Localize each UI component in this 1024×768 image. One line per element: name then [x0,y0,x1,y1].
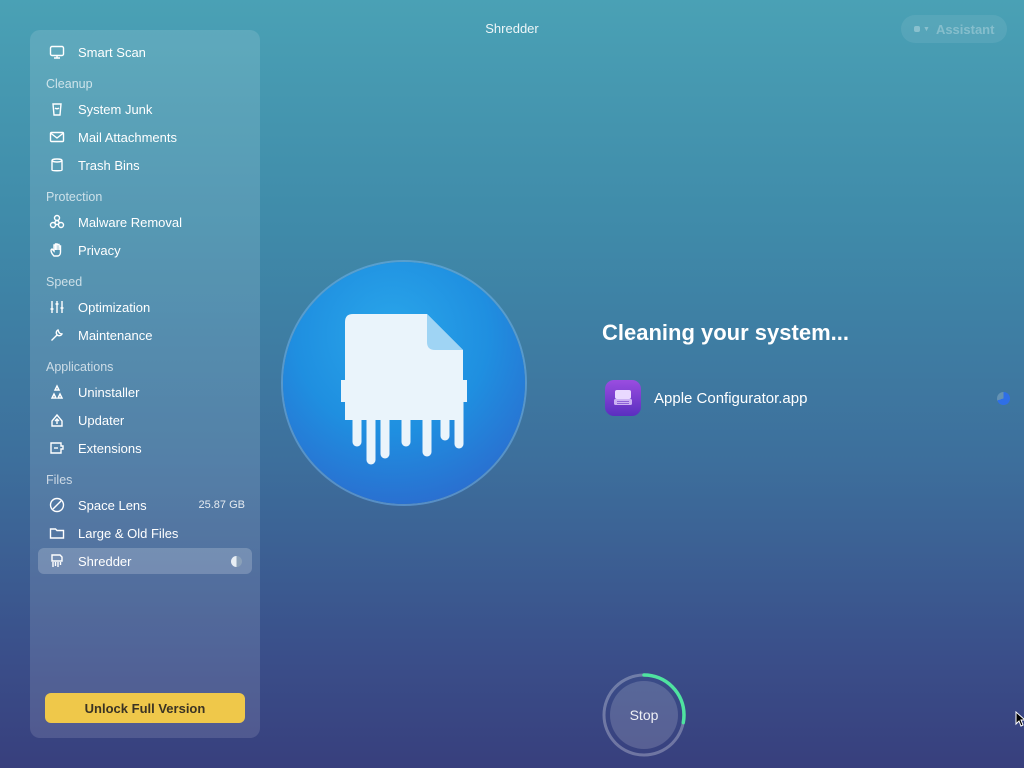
sidebar-item-label: Large & Old Files [78,525,179,541]
stop-control: Stop [601,672,687,758]
sidebar-item-shredder[interactable]: Shredder [38,548,252,574]
sidebar-item-updater[interactable]: Updater [38,407,252,433]
section-header-speed: Speed [46,275,83,289]
hand-icon [47,240,67,260]
shredder-progress-icon [231,555,242,567]
sidebar-item-label: Space Lens [78,497,147,513]
sidebar-item-label: Optimization [78,299,151,315]
sidebar-item-label: Smart Scan [78,44,146,60]
sidebar-item-large-old-files[interactable]: Large & Old Files [38,520,252,546]
folder-icon [47,523,67,543]
shredder-hero-icon [283,262,525,504]
section-header-applications: Applications [46,360,114,374]
sidebar-item-label: Mail Attachments [78,129,177,145]
sidebar-item-label: Updater [78,412,125,428]
smart-scan-icon [47,42,67,62]
biohazard-icon [47,212,67,232]
sidebar-item-privacy[interactable]: Privacy [38,237,252,263]
system-junk-icon [47,99,67,119]
apple-configurator-icon [605,380,641,416]
sidebar-item-label: System Junk [78,101,153,117]
sidebar-item-label: Uninstaller [78,384,140,400]
mouse-cursor-icon [1015,711,1024,727]
sidebar-item-optimization[interactable]: Optimization [38,294,252,320]
space-lens-size: 25.87 GB [198,499,245,511]
sidebar-item-label: Maintenance [78,327,153,343]
sidebar-item-extensions[interactable]: Extensions [38,435,252,461]
assistant-button[interactable]: ▼ Assistant [901,15,1007,43]
sidebar-item-system-junk[interactable]: System Junk [38,96,252,122]
wrench-icon [47,325,67,345]
section-header-files: Files [46,473,73,487]
trash-icon [47,155,67,175]
assistant-label: Assistant [935,21,995,37]
sidebar-item-malware-removal[interactable]: Malware Removal [38,209,252,235]
sidebar-item-label: Privacy [78,242,121,258]
unlock-full-version-button[interactable]: Unlock Full Version [45,693,245,723]
app-item-name: Apple Configurator.app [654,389,808,407]
sidebar-item-smart-scan[interactable]: Smart Scan [38,39,252,65]
sidebar-item-label: Trash Bins [78,157,140,173]
sidebar-item-space-lens[interactable]: Space Lens 25.87 GB [38,492,252,518]
loading-spinner-icon [997,391,1010,405]
sidebar-item-label: Extensions [78,440,142,456]
chevron-down-icon: ▼ [923,25,930,33]
updater-icon [47,410,67,430]
section-header-protection: Protection [46,190,103,204]
sidebar-item-label: Shredder [78,553,132,569]
stop-button[interactable]: Stop [610,681,678,749]
cleaning-status-title: Cleaning your system... [602,320,849,345]
sliders-icon [47,297,67,317]
space-lens-icon [47,495,67,515]
section-header-cleanup: Cleanup [46,77,93,91]
assistant-status-icon [914,26,920,32]
sidebar-item-mail-attachments[interactable]: Mail Attachments [38,124,252,150]
list-item: Apple Configurator.app [605,380,1010,416]
uninstaller-icon [47,382,67,402]
sidebar-item-uninstaller[interactable]: Uninstaller [38,379,252,405]
sidebar: Smart Scan Cleanup System Junk Mail Atta… [30,30,260,738]
mail-icon [47,127,67,147]
shredder-icon [47,551,67,571]
extensions-icon [47,438,67,458]
sidebar-item-maintenance[interactable]: Maintenance [38,322,252,348]
sidebar-item-label: Malware Removal [78,214,183,230]
sidebar-item-trash-bins[interactable]: Trash Bins [38,152,252,178]
